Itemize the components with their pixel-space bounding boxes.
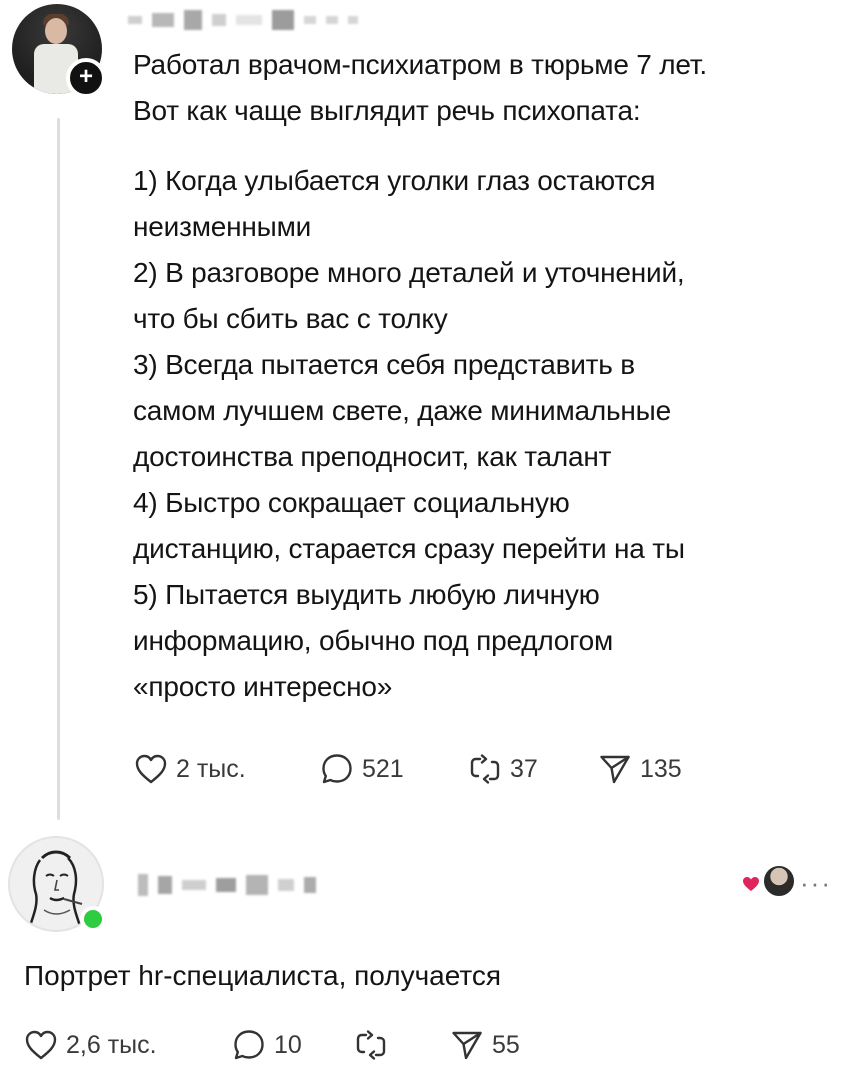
reply-share-count: 55: [492, 1030, 520, 1059]
list-item-line: 4) Быстро сокращает социальную: [133, 487, 570, 518]
list-item-line: 2) В разговоре много деталей и уточнений…: [133, 257, 685, 288]
reply-like-button[interactable]: 2,6 тыс.: [24, 1029, 232, 1061]
blur-block: [272, 10, 294, 30]
list-item-line: самом лучшем свете, даже минимальные: [133, 395, 671, 426]
blur-block: [304, 877, 316, 893]
blur-block: [184, 10, 202, 30]
share-count: 135: [640, 754, 682, 783]
blur-block: [138, 874, 148, 896]
list-item-line: дистанцию, старается сразу перейти на ты: [133, 533, 685, 564]
comment-button[interactable]: 521: [320, 752, 468, 786]
blur-block: [128, 16, 142, 24]
liked-by-author-heart-icon: [743, 877, 759, 891]
blur-block: [304, 16, 316, 24]
post-actions: 2 тыс. 521 37 135: [134, 752, 682, 786]
reply-author-name-redacted[interactable]: [138, 874, 316, 896]
reply-like-count: 2,6 тыс.: [66, 1030, 157, 1059]
share-button[interactable]: 135: [598, 752, 682, 786]
blur-block: [216, 878, 236, 892]
like-count: 2 тыс.: [176, 754, 246, 783]
repost-icon: [356, 1030, 386, 1060]
blur-block: [348, 16, 358, 24]
share-icon: [600, 755, 630, 784]
post-list: 1) Когда улыбается уголки глаз остаются …: [133, 158, 833, 710]
comment-icon: [322, 754, 352, 784]
reply-comment-count: 10: [274, 1030, 302, 1059]
repost-button[interactable]: 37: [468, 752, 598, 786]
list-item-line: достоинства преподносит, как талант: [133, 441, 612, 472]
list-item-line: «просто интересно»: [133, 671, 393, 702]
blur-block: [246, 875, 268, 895]
blur-block: [182, 880, 206, 890]
avatar-face: [45, 18, 67, 44]
like-button[interactable]: 2 тыс.: [134, 753, 320, 785]
repost-count: 37: [510, 754, 538, 783]
reply-repost-button[interactable]: [354, 1028, 450, 1062]
reply-share-button[interactable]: 55: [450, 1028, 520, 1062]
share-icon: [452, 1031, 482, 1060]
post-line: Работал врачом-психиатром в тюрьме 7 лет…: [133, 49, 707, 80]
liked-by-author-avatar: [762, 864, 796, 898]
comment-icon: [234, 1030, 264, 1060]
reply-actions: 2,6 тыс. 10 55: [24, 1028, 520, 1062]
comment-count: 521: [362, 754, 404, 783]
follow-plus-icon[interactable]: +: [66, 58, 106, 98]
repost-icon: [470, 754, 500, 784]
reply-comment-button[interactable]: 10: [232, 1028, 354, 1062]
blur-block: [278, 879, 294, 891]
blur-block: [158, 876, 172, 894]
heart-icon: [135, 754, 167, 784]
list-item-line: неизменными: [133, 211, 312, 242]
list-item-line: информацию, обычно под предлогом: [133, 625, 613, 656]
blur-block: [152, 13, 174, 27]
blur-block: [236, 15, 262, 25]
online-status-dot: [80, 906, 106, 932]
reply-text: Портрет hr-специалиста, получается: [24, 960, 502, 991]
list-item-line: 5) Пытается выудить любую личную: [133, 579, 600, 610]
author-name-redacted[interactable]: [128, 10, 358, 30]
list-item-line: 3) Всегда пытается себя представить в: [133, 349, 635, 380]
post-body: Работал врачом-психиатром в тюрьме 7 лет…: [133, 42, 833, 134]
post-line: Вот как чаще выглядит речь психопата:: [133, 95, 641, 126]
more-options-icon[interactable]: ···: [800, 868, 832, 899]
list-item-line: что бы сбить вас с толку: [133, 303, 448, 334]
heart-icon: [25, 1030, 57, 1060]
blur-block: [326, 16, 338, 24]
thread-line: [57, 118, 60, 820]
list-item-line: 1) Когда улыбается уголки глаз остаются: [133, 165, 656, 196]
blur-block: [212, 14, 226, 26]
